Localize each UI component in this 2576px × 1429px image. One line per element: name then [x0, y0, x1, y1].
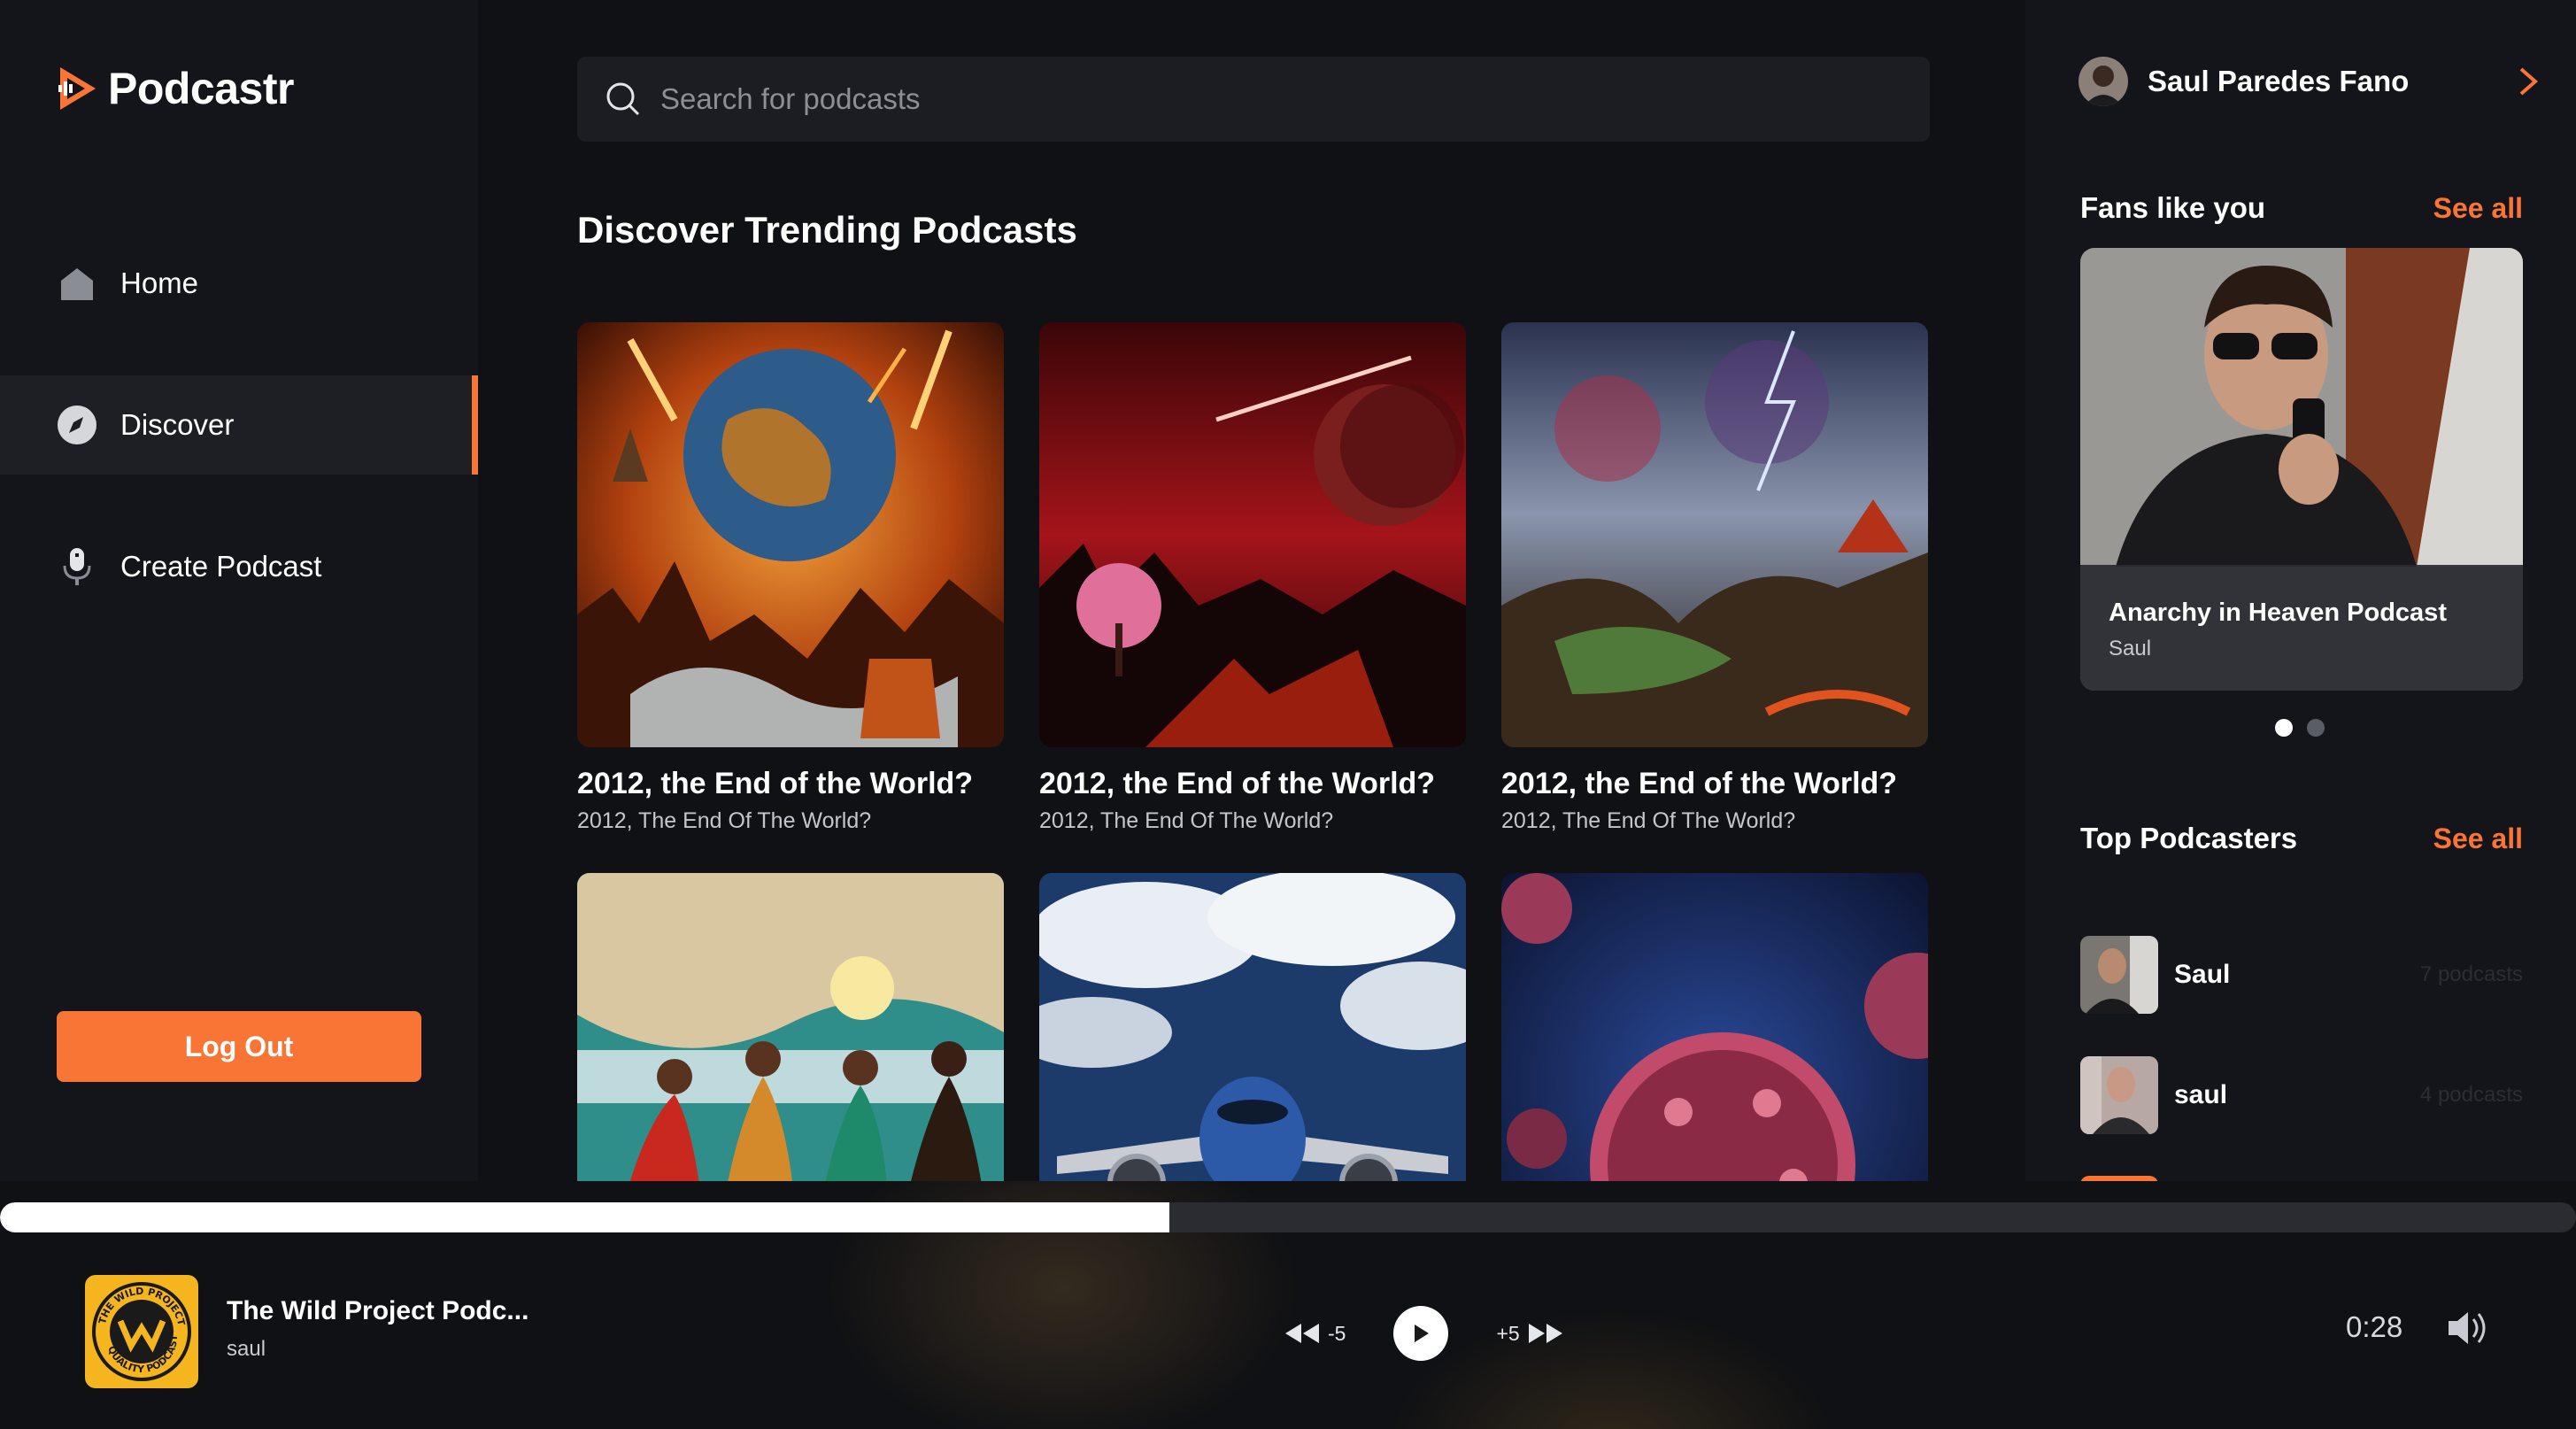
fast-forward-icon: [1528, 1324, 1562, 1343]
podcaster-item[interactable]: saul 4 podcasts: [2080, 1055, 2523, 1135]
podcaster-avatar: [2080, 1056, 2158, 1134]
podcast-card[interactable]: 2012, the End of the World? 2012, The En…: [1501, 322, 1928, 834]
profile-name: Saul Paredes Fano: [2148, 65, 2410, 97]
top-podcasters-title: Top Podcasters: [2080, 822, 2298, 854]
carousel-dot-2[interactable]: [2307, 719, 2325, 737]
podcaster-name: Saul: [2174, 960, 2231, 989]
podcaster-avatar: [2080, 936, 2158, 1014]
playback-progress-bar[interactable]: [0, 1202, 2576, 1232]
now-playing-author: saul: [227, 1337, 266, 1361]
search-icon: [606, 82, 640, 116]
sidebar-item-label: Discover: [120, 408, 235, 441]
podcast-card[interactable]: 2012, the End of the World? 2012, The En…: [1039, 322, 1466, 834]
podcast-cover-image: [577, 322, 1004, 747]
right-sidebar: Saul Paredes Fano Fans like you See all: [2025, 0, 2576, 1181]
podcast-cover-image: [1039, 873, 1466, 1181]
carousel-dots: [2275, 719, 2325, 737]
compass-icon: [57, 405, 97, 445]
microphone-icon: [57, 546, 97, 587]
sidebar-item-discover[interactable]: Discover: [0, 375, 478, 475]
profile-link[interactable]: Saul Paredes Fano: [2079, 55, 2539, 108]
card-title: 2012, the End of the World?: [1039, 767, 1436, 800]
rewind-icon: [1285, 1324, 1319, 1343]
playback-controls: -5 +5: [1284, 1302, 1564, 1365]
card-title: 2012, the End of the World?: [577, 767, 974, 800]
app-root: Podcastr Home Discover Create Podcast Lo…: [0, 0, 2576, 1429]
volume-button[interactable]: [2447, 1310, 2487, 1350]
fan-card-info: Anarchy in Heaven Podcast Saul: [2080, 565, 2523, 691]
top-podcasters-header: Top Podcasters See all: [2080, 822, 2523, 855]
fans-like-you-title: Fans like you: [2080, 191, 2266, 224]
card-subtitle: 2012, The End Of The World?: [1501, 808, 1796, 833]
section-title: Discover Trending Podcasts: [577, 209, 1077, 251]
forward-label: +5: [1496, 1321, 1520, 1345]
podcast-cover-image: [1039, 322, 1466, 747]
top-podcasters-see-all-link[interactable]: See all: [2433, 823, 2523, 855]
playback-progress-fill: [0, 1202, 1170, 1232]
now-playing-title: The Wild Project Podc...: [227, 1296, 529, 1325]
podcast-card[interactable]: [577, 873, 1004, 1181]
fans-see-all-link[interactable]: See all: [2433, 192, 2523, 225]
podcast-cover-image: [1501, 873, 1928, 1181]
sidebar-item-create-podcast[interactable]: Create Podcast: [0, 517, 478, 616]
card-subtitle: 2012, The End Of The World?: [577, 808, 872, 833]
home-icon: [57, 263, 97, 304]
play-button[interactable]: [1393, 1306, 1449, 1361]
rewind-label: -5: [1328, 1321, 1346, 1345]
podcast-cover-image: [1501, 322, 1928, 747]
search-input[interactable]: [660, 82, 1930, 116]
play-icon: [1415, 1325, 1430, 1342]
podcaster-item[interactable]: Saul 7 podcasts: [2080, 935, 2523, 1015]
chevron-right-icon: [2519, 67, 2539, 96]
sidebar-item-label: Home: [120, 266, 199, 299]
avatar: [2079, 57, 2128, 106]
app-name: Podcastr: [108, 64, 294, 113]
left-sidebar: Podcastr Home Discover Create Podcast Lo…: [0, 0, 478, 1181]
fans-like-you-header: Fans like you See all: [2080, 191, 2523, 225]
wild-project-logo-icon: THE WILD PROJECT QUALITY PODCAST: [85, 1275, 198, 1388]
sidebar-item-home[interactable]: Home: [0, 234, 478, 333]
search-bar[interactable]: [577, 57, 1930, 142]
volume-icon: [2449, 1312, 2486, 1344]
audio-player: THE WILD PROJECT QUALITY PODCAST The Wil…: [0, 1181, 2576, 1429]
podcaster-name: saul: [2174, 1080, 2228, 1109]
podcast-card[interactable]: 2012, the End of the World? 2012, The En…: [577, 322, 1004, 834]
forward-button[interactable]: +5: [1496, 1322, 1563, 1346]
fan-card-author: Saul: [2109, 637, 2152, 660]
sidebar-item-label: Create Podcast: [120, 550, 322, 583]
now-playing-cover[interactable]: THE WILD PROJECT QUALITY PODCAST: [85, 1275, 198, 1388]
main-content: Discover Trending Podcasts 2012, the End…: [478, 0, 2025, 1181]
podcast-card[interactable]: [1039, 873, 1466, 1181]
podcast-card[interactable]: [1501, 873, 1928, 1181]
carousel-dot-1[interactable]: [2275, 719, 2293, 737]
fan-podcast-card[interactable]: Anarchy in Heaven Podcast Saul: [2080, 248, 2523, 691]
podcast-cover-image: [577, 873, 1004, 1181]
app-logo[interactable]: Podcastr: [55, 62, 294, 115]
card-subtitle: 2012, The End Of The World?: [1039, 808, 1334, 833]
playback-time: 0:28: [2346, 1310, 2403, 1343]
podcaster-count: 7 podcasts: [2419, 962, 2523, 986]
fan-card-title: Anarchy in Heaven Podcast: [2109, 599, 2447, 627]
rewind-button[interactable]: -5: [1284, 1322, 1346, 1346]
podcastr-logo-icon: [58, 67, 96, 110]
logout-button[interactable]: Log Out: [57, 1011, 421, 1082]
podcaster-count: 4 podcasts: [2419, 1083, 2523, 1107]
card-title: 2012, the End of the World?: [1501, 767, 1898, 800]
